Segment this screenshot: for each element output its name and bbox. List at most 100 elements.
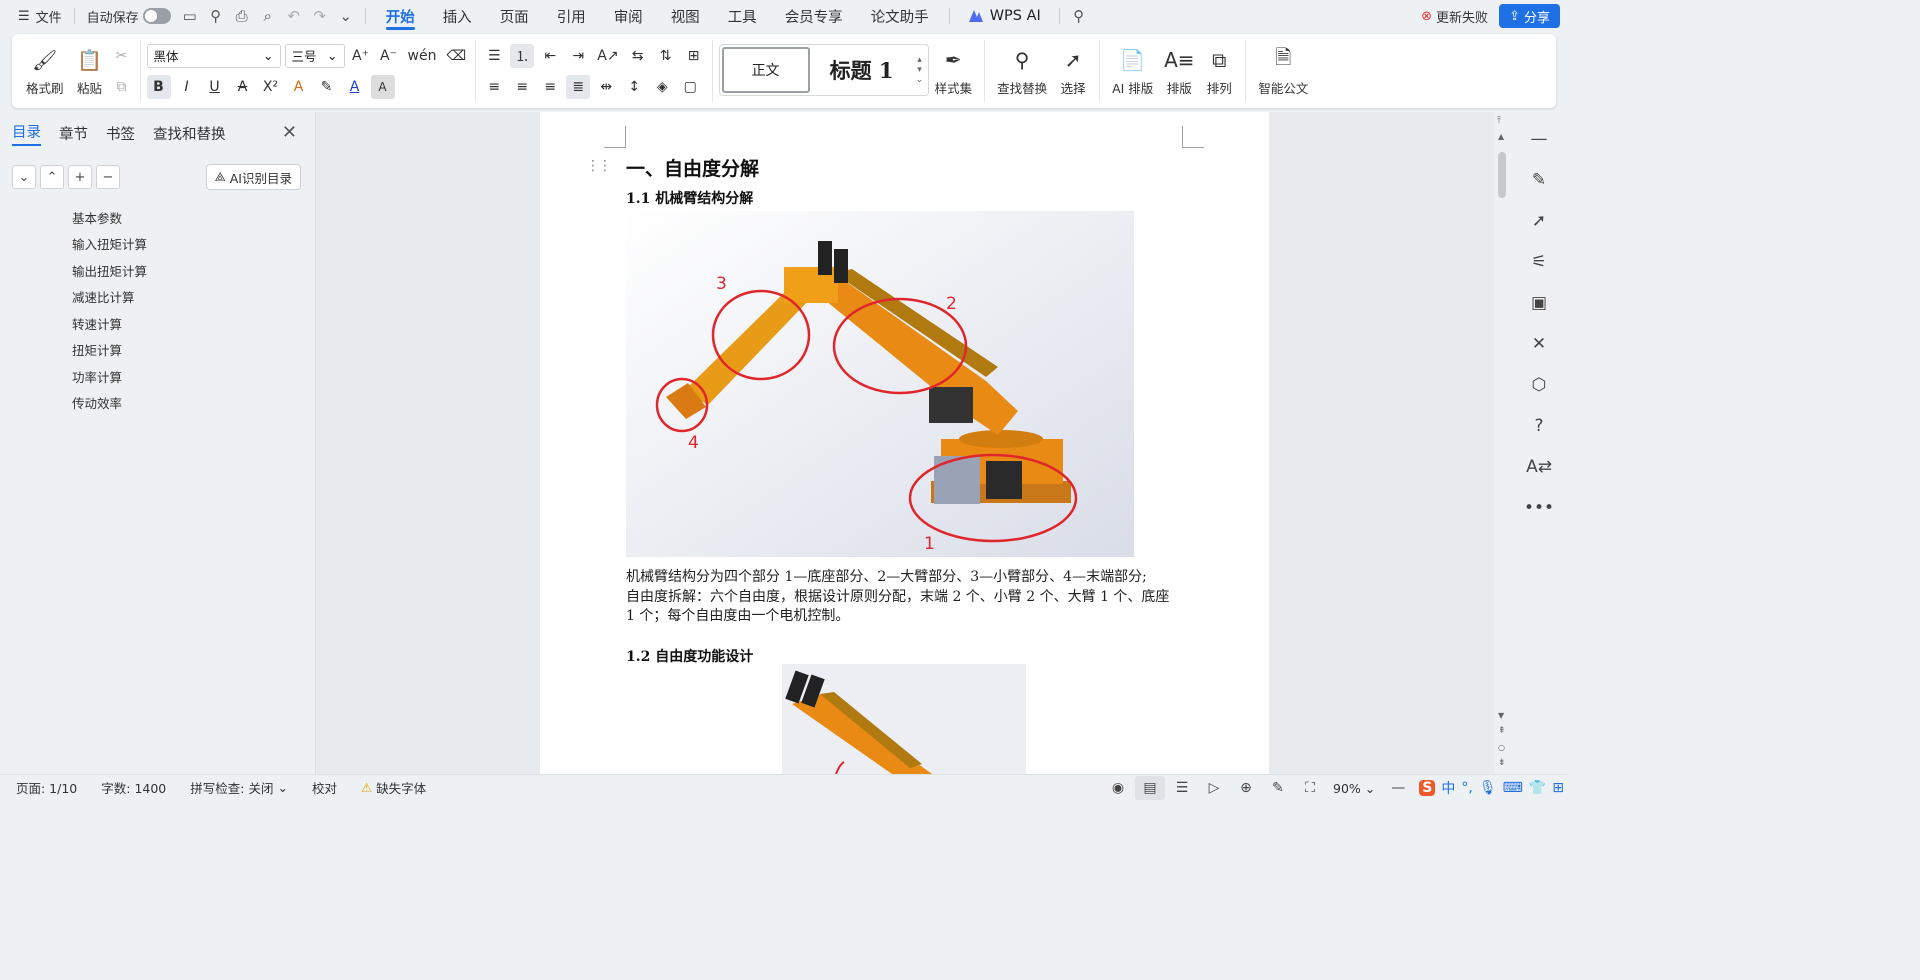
play-icon[interactable]: ▷ [1199, 776, 1229, 800]
tab-home[interactable]: 开始 [372, 0, 429, 32]
scrollbar-thumb[interactable] [1498, 152, 1506, 198]
autosave-control[interactable]: 自动保存 [81, 0, 177, 32]
vertical-scrollbar[interactable]: ⤒ ▲ ▼ ⇞ ○ ⇟ [1494, 112, 1510, 774]
scroll-up-icon[interactable]: ▲ [1498, 132, 1504, 141]
find-replace-button[interactable]: ⚲ 查找替换 [991, 40, 1053, 102]
underline-icon[interactable]: U [203, 75, 227, 99]
highlight-icon[interactable]: ✎ [315, 75, 339, 99]
toc-item[interactable]: 传动效率 [72, 390, 315, 417]
clear-format-icon[interactable]: ⌫ [443, 44, 469, 68]
align-left-icon[interactable]: ≡ [482, 75, 506, 99]
tab-page[interactable]: 页面 [486, 0, 543, 32]
outline-view-icon[interactable]: ☰ [1167, 776, 1197, 800]
pen-icon[interactable]: ✎ [1263, 776, 1293, 800]
toc-item[interactable]: 转速计算 [72, 310, 315, 337]
expand-down-icon[interactable]: ⌄ [12, 165, 36, 189]
grow-font-icon[interactable]: A⁺ [349, 44, 373, 68]
smart-doc-button[interactable]: 🗎 智能公文 [1252, 40, 1314, 102]
tab-find-replace[interactable]: 查找和替换 [153, 123, 226, 144]
redo-icon[interactable]: ↷ [307, 3, 333, 29]
sort-icon[interactable]: ⇅ [654, 44, 678, 68]
tab-view[interactable]: 视图 [657, 0, 714, 32]
word-count[interactable]: 字数: 1400 [89, 778, 178, 797]
chevron-down-icon[interactable]: ▾ [914, 65, 926, 75]
italic-icon[interactable]: I [175, 75, 199, 99]
robot-arm-figure-2[interactable] [782, 664, 1026, 774]
tab-review[interactable]: 审阅 [600, 0, 657, 32]
font-color-icon[interactable]: A [343, 75, 367, 99]
remove-icon[interactable]: − [96, 165, 120, 189]
char-shading-icon[interactable]: A [370, 74, 395, 99]
tab-tools[interactable]: 工具 [714, 0, 771, 32]
spell-check-status[interactable]: 拼写检查: 关闭 ⌄ [178, 778, 300, 797]
print-preview-icon[interactable]: ⌕ [255, 3, 281, 29]
heading-1-1[interactable]: 1.1 机械臂结构分解 [626, 188, 753, 208]
export-icon[interactable]: ⚲ [203, 3, 229, 29]
image-edit-icon[interactable]: ▣ [1521, 284, 1557, 322]
drag-handle-icon[interactable]: ⋮⋮ [586, 158, 612, 174]
show-marks-icon[interactable]: ⊞ [682, 44, 706, 68]
decrease-indent-icon[interactable]: ⇤ [538, 44, 562, 68]
document-page[interactable]: ⋮⋮ 一、自由度分解 1.1 机械臂结构分解 1 2 3 4 机械臂结构分为四个… [540, 112, 1269, 774]
shading-icon[interactable]: ◈ [650, 75, 674, 99]
more-icon[interactable]: ••• [1521, 489, 1557, 527]
justify-icon[interactable]: ≣ [566, 74, 591, 99]
proofread-button[interactable]: 校对 [300, 778, 349, 797]
heading-1-2[interactable]: 1.2 自由度功能设计 [626, 646, 753, 666]
toc-item[interactable]: 扭矩计算 [72, 337, 315, 364]
body-paragraph[interactable]: 机械臂结构分为四个部分 1—底座部分、2—大臂部分、3—小臂部分、4—末端部分;… [626, 568, 1186, 627]
add-icon[interactable]: + [68, 165, 92, 189]
style-heading-1[interactable]: 标题 1 [810, 47, 914, 93]
print-icon[interactable]: ⎙ [229, 3, 255, 29]
tab-thesis-assistant[interactable]: 论文助手 [857, 0, 943, 32]
prev-page-icon[interactable]: ⇞ [1498, 726, 1506, 736]
align-right-icon[interactable]: ≡ [538, 75, 562, 99]
document-canvas[interactable]: ⋮⋮ 一、自由度分解 1.1 机械臂结构分解 1 2 3 4 机械臂结构分为四个… [316, 112, 1494, 774]
translate-icon[interactable]: A⇄ [1521, 448, 1557, 486]
layout-button[interactable]: A≡ 排版 [1159, 40, 1199, 102]
strikethrough-icon[interactable]: A [231, 75, 255, 99]
copy-icon[interactable]: ⧉ [110, 75, 134, 99]
toc-item[interactable]: 输出扭矩计算 [72, 257, 315, 284]
font-family-select[interactable]: 黑体 ⌄ [146, 43, 281, 68]
shape-icon[interactable]: ⬡ [1521, 366, 1557, 404]
input-method-bar[interactable]: S 中 °, 🎙 ⌨ 👕 ⊞ [1415, 778, 1568, 798]
search-icon[interactable]: ⚲ [1066, 3, 1092, 29]
line-direction-icon[interactable]: ⇆ [626, 44, 650, 68]
zoom-level[interactable]: 90% ⌄ [1327, 781, 1381, 796]
scroll-down-icon[interactable]: ▼ [1498, 711, 1504, 720]
expand-icon[interactable]: ⌄ [914, 75, 926, 85]
chevron-up-icon[interactable]: ▴ [914, 55, 926, 65]
sliders-icon[interactable]: ⚟ [1521, 243, 1557, 281]
tools-icon[interactable]: ✕ [1521, 325, 1557, 363]
heading-1[interactable]: 一、自由度分解 [626, 154, 759, 181]
wps-ai-button[interactable]: WPS AI [956, 8, 1053, 24]
cut-icon[interactable]: ✂ [110, 44, 134, 68]
arrange-button[interactable]: ⧉ 排列 [1199, 40, 1239, 102]
page-view-icon[interactable]: ▤ [1135, 776, 1165, 800]
autosave-toggle[interactable] [142, 8, 171, 24]
more-chevron-icon[interactable]: ⌄ [333, 3, 359, 29]
border-icon[interactable]: ▢ [678, 75, 702, 99]
web-view-icon[interactable]: ⊕ [1231, 776, 1261, 800]
align-center-icon[interactable]: ≡ [510, 75, 534, 99]
numbered-list-icon[interactable]: ⒈ [510, 43, 535, 68]
save-icon[interactable]: ▭ [177, 3, 203, 29]
text-effect-icon[interactable]: A [287, 75, 311, 99]
phonetic-guide-icon[interactable]: wén [405, 44, 440, 68]
undo-icon[interactable]: ↶ [281, 3, 307, 29]
next-page-icon[interactable]: ⇟ [1498, 758, 1506, 768]
toc-item[interactable]: 输入扭矩计算 [72, 231, 315, 258]
tab-toc[interactable]: 目录 [12, 121, 41, 146]
close-icon[interactable]: ✕ [282, 122, 297, 143]
minimize-icon[interactable]: — [1521, 120, 1557, 158]
superscript-icon[interactable]: X² [259, 75, 283, 99]
distributed-align-icon[interactable]: ⇹ [594, 75, 618, 99]
pen-edit-icon[interactable]: ✎ [1521, 161, 1557, 199]
toc-item[interactable]: 减速比计算 [72, 284, 315, 311]
select-button[interactable]: ➚ 选择 [1053, 40, 1093, 102]
robot-arm-figure[interactable]: 1 2 3 4 [626, 211, 1134, 557]
update-failed-button[interactable]: ⊗ 更新失败 [1421, 4, 1488, 28]
paste-button[interactable]: 📋 粘贴 [70, 40, 110, 102]
style-set-button[interactable]: ✒ 样式集 [929, 40, 979, 102]
